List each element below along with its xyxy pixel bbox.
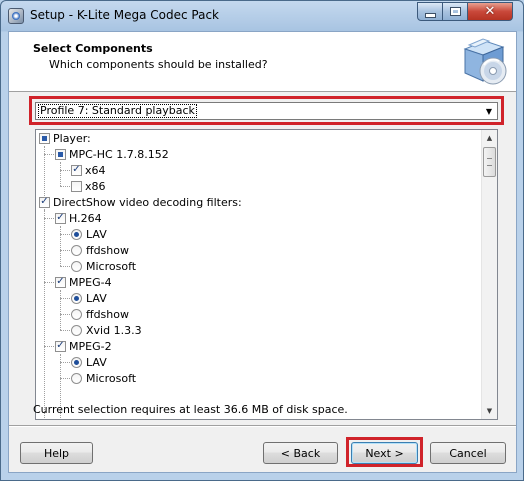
radio-selected-icon[interactable] [71,356,82,368]
tree-item-mpeg2-lav[interactable]: LAV [71,354,107,370]
tree-item-label: MPEG-2 [69,339,112,353]
tree-item-x64[interactable]: ✓ x64 [71,162,106,178]
tree-item-label: DirectShow video decoding filters: [53,195,242,209]
tree-line [60,162,61,186]
tree-item-label: MPC-HC 1.7.8.152 [69,147,169,161]
dialog-client-area: Select Components Which components shoul… [8,31,517,473]
tree-item-x86[interactable]: x86 [71,178,106,194]
tree-item-label: H.264 [69,211,102,225]
checkbox-icon[interactable] [39,132,50,144]
tree-item-mpeg4-ffdshow[interactable]: ffdshow [71,306,129,322]
tree-line [60,290,61,330]
tree-item-mpc-hc[interactable]: MPC-HC 1.7.8.152 [55,146,169,162]
next-button[interactable]: Next > [351,442,418,464]
tree-item-label: x86 [85,179,106,193]
minimize-button[interactable] [417,2,443,21]
tree-item-label: Xvid 1.3.3 [86,323,142,337]
radio-selected-icon[interactable] [71,292,82,304]
scroll-down-icon[interactable]: ▼ [482,403,497,419]
close-button[interactable]: ✕ [467,2,513,21]
tree-item-h264-lav[interactable]: LAV [71,226,107,242]
help-button[interactable]: Help [20,442,93,464]
radio-icon[interactable] [71,308,82,320]
tree-item-label: LAV [86,227,107,241]
tree-item-label: MPEG-4 [69,275,112,289]
wizard-header: Select Components Which components shoul… [9,32,516,92]
app-icon[interactable] [8,8,24,24]
radio-icon[interactable] [71,260,82,272]
maximize-icon [449,7,461,16]
tree-item-player[interactable]: Player: [39,130,91,146]
tree-item-label: Player: [53,131,91,145]
tree-item-label: Microsoft [86,259,137,273]
cancel-button[interactable]: Cancel [430,442,506,464]
close-icon: ✕ [484,4,496,19]
tree-item-label: ffdshow [86,243,129,257]
components-tree[interactable]: Player: MPC-HC 1.7.8.152 ✓ x64 x86 ✓ Dir… [35,129,498,420]
setup-window: Setup - K-Lite Mega Codec Pack ✕ Select … [0,0,524,481]
tree-item-label: LAV [86,355,107,369]
title-bar[interactable]: Setup - K-Lite Mega Codec Pack ✕ [1,1,523,31]
tree-item-h264-microsoft[interactable]: Microsoft [71,258,136,274]
profile-selected-value: Profile 7: Standard playback [38,104,197,118]
maximize-button[interactable] [442,2,468,21]
checkbox-icon[interactable] [55,148,66,160]
chevron-down-icon[interactable]: ▼ [481,103,497,119]
tree-item-mpeg2-microsoft[interactable]: Microsoft [71,370,136,386]
tree-scrollbar[interactable]: ▲ ▼ [481,130,497,419]
tree-line [44,210,45,419]
radio-icon[interactable] [71,372,82,384]
back-button[interactable]: < Back [263,442,338,464]
checkbox-checked-icon[interactable]: ✓ [55,340,66,352]
tree-item-h264[interactable]: ✓ H.264 [55,210,102,226]
page-title: Select Components [33,42,153,55]
footer-divider [9,425,516,427]
disk-space-text: Current selection requires at least 36.6… [33,403,348,416]
checkbox-checked-icon[interactable]: ✓ [71,164,82,176]
tree-item-h264-ffdshow[interactable]: ffdshow [71,242,129,258]
checkbox-checked-icon[interactable]: ✓ [55,276,66,288]
tree-item-label: LAV [86,291,107,305]
checkbox-checked-icon[interactable]: ✓ [39,196,50,208]
tree-line [60,226,61,266]
minimize-icon [424,13,436,18]
tree-item-mpeg4-lav[interactable]: LAV [71,290,107,306]
checkbox-icon[interactable] [71,180,82,192]
tree-item-label: Microsoft [86,371,137,385]
tree-item-directshow-video[interactable]: ✓ DirectShow video decoding filters: [39,194,242,210]
install-box-cd-icon [463,38,507,85]
scroll-up-icon[interactable]: ▲ [482,130,497,146]
radio-icon[interactable] [71,244,82,256]
tree-item-mpeg2[interactable]: ✓ MPEG-2 [55,338,112,354]
scrollbar-thumb[interactable] [483,147,496,177]
tree-item-label: ffdshow [86,307,129,321]
page-subtitle: Which components should be installed? [49,58,268,71]
checkbox-checked-icon[interactable]: ✓ [55,212,66,224]
tree-item-mpeg4-xvid[interactable]: Xvid 1.3.3 [71,322,142,338]
tree-item-label: x64 [85,163,106,177]
tree-item-mpeg4[interactable]: ✓ MPEG-4 [55,274,112,290]
radio-selected-icon[interactable] [71,228,82,240]
radio-icon[interactable] [71,324,82,336]
window-title: Setup - K-Lite Mega Codec Pack [30,8,219,22]
profile-dropdown[interactable]: Profile 7: Standard playback ▼ [35,102,498,120]
